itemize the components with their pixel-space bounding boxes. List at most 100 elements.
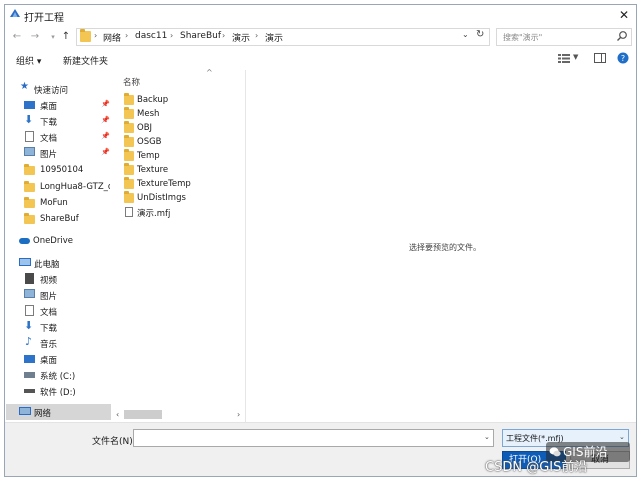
- list-item[interactable]: OSGB: [119, 135, 243, 149]
- sort-indicator-icon: ^: [206, 68, 213, 77]
- sidebar-item-label: 系统 (C:): [40, 372, 76, 382]
- scrollbar-thumb[interactable]: [124, 410, 162, 419]
- list-item[interactable]: Temp: [119, 149, 243, 163]
- search-icon[interactable]: [616, 30, 628, 42]
- list-item[interactable]: Texture: [119, 163, 243, 177]
- breadcrumb-demo-current[interactable]: 演示: [265, 31, 283, 44]
- preview-pane-icon[interactable]: [594, 53, 606, 63]
- folder-icon: [124, 107, 134, 119]
- sidebar-item-desktop-pc[interactable]: 桌面: [6, 351, 111, 367]
- sidebar-item-documents[interactable]: 文档 📌: [6, 129, 111, 145]
- help-icon[interactable]: ?: [617, 52, 629, 64]
- pin-icon[interactable]: 📌: [101, 148, 110, 156]
- sidebar-item-quick-access[interactable]: ★ 快速访问: [6, 81, 111, 97]
- filetype-dropdown-icon[interactable]: ⌄: [619, 433, 625, 441]
- folder-icon: [124, 121, 134, 133]
- filename-label: 文件名(N):: [92, 437, 136, 447]
- folder-icon: [124, 135, 134, 147]
- file-name: Texture: [137, 165, 169, 175]
- sidebar-item-videos[interactable]: 视频: [6, 271, 111, 287]
- watermark-caption: CSDN @GIS前沿: [485, 460, 588, 475]
- folder-icon: [24, 181, 35, 192]
- breadcrumb-network[interactable]: 网络: [103, 31, 121, 44]
- breadcrumb-demo[interactable]: 演示: [232, 31, 250, 44]
- list-item[interactable]: Mesh: [119, 107, 243, 121]
- pin-icon[interactable]: 📌: [101, 116, 110, 124]
- column-header-name[interactable]: 名称: [123, 76, 140, 88]
- drive-icon: [24, 372, 35, 378]
- folder-icon: [80, 29, 91, 42]
- sidebar-item-label: 下载: [40, 324, 58, 334]
- search-placeholder: 搜索"演示": [503, 33, 543, 42]
- network-icon: [19, 407, 31, 415]
- video-icon: [25, 273, 34, 284]
- sidebar-item-label: 文档: [40, 308, 58, 318]
- download-icon: ⬇: [24, 113, 34, 126]
- file-name: TextureTemp: [137, 179, 191, 189]
- sidebar-item-label: 软件 (D:): [40, 388, 76, 398]
- sidebar-item-pictures[interactable]: 图片 📌: [6, 145, 111, 161]
- sidebar-item-label: 图片: [40, 292, 58, 302]
- scroll-left-icon[interactable]: ‹: [116, 410, 119, 419]
- filename-dropdown-icon[interactable]: ⌄: [484, 433, 490, 441]
- sidebar-item-label: OneDrive: [33, 236, 73, 246]
- sidebar-item-documents-pc[interactable]: 文档: [6, 303, 111, 319]
- sidebar-item-label: 图片: [40, 150, 58, 160]
- forward-button[interactable]: →: [28, 30, 42, 44]
- picture-icon: [24, 289, 35, 298]
- file-name: UnDistImgs: [137, 193, 186, 203]
- pin-icon[interactable]: 📌: [101, 100, 110, 108]
- sidebar-item-mofun[interactable]: MoFun: [6, 195, 111, 211]
- sidebar-item-pictures-pc[interactable]: 图片: [6, 287, 111, 303]
- file-name: OBJ: [137, 123, 153, 133]
- sidebar-item-onedrive[interactable]: OneDrive: [6, 233, 111, 249]
- filename-input[interactable]: [133, 429, 494, 447]
- view-options-icon[interactable]: [558, 54, 570, 63]
- sidebar-item-label: 桌面: [40, 102, 58, 112]
- breadcrumb-separator: ›: [222, 31, 226, 40]
- up-button[interactable]: ↑: [59, 30, 73, 44]
- list-item[interactable]: UnDistImgs: [119, 191, 243, 205]
- close-button[interactable]: ✕: [615, 6, 633, 24]
- sidebar-item-label: 网络: [34, 409, 52, 419]
- sidebar-item-label: 文档: [40, 134, 58, 144]
- sidebar-item-label: LongHua8-GTZ_os: [40, 182, 110, 192]
- breadcrumb-sharebuf[interactable]: ShareBuf: [180, 31, 221, 41]
- preview-message: 选择要预览的文件。: [409, 243, 481, 252]
- sidebar-item-10950104[interactable]: 10950104: [6, 162, 111, 178]
- sidebar-item-network[interactable]: 网络: [6, 404, 111, 420]
- recent-locations-button[interactable]: ▾: [46, 30, 60, 44]
- sidebar-item-sharebuf[interactable]: ShareBuf: [6, 211, 111, 227]
- sidebar-item-downloads[interactable]: ⬇ 下载 📌: [6, 113, 111, 129]
- view-dropdown-icon[interactable]: ▼: [573, 53, 578, 61]
- document-icon: [25, 131, 34, 142]
- list-item[interactable]: TextureTemp: [119, 177, 243, 191]
- list-item[interactable]: 演示.mfj: [119, 205, 243, 219]
- sidebar-item-downloads-pc[interactable]: ⬇ 下载: [6, 319, 111, 335]
- address-dropdown-icon[interactable]: ⌄: [462, 30, 469, 39]
- window-title: 打开工程: [24, 13, 64, 24]
- cloud-icon: [19, 238, 30, 244]
- sidebar-item-label: 视频: [40, 276, 58, 286]
- breadcrumb-separator: ›: [94, 31, 98, 40]
- refresh-icon[interactable]: ↻: [476, 29, 484, 40]
- folder-icon: [24, 213, 35, 224]
- new-folder-button[interactable]: 新建文件夹: [63, 54, 108, 67]
- breadcrumb-separator: ›: [255, 31, 259, 40]
- breadcrumb-dasc11[interactable]: dasc11: [135, 31, 167, 41]
- scroll-right-icon[interactable]: ›: [237, 410, 240, 419]
- organize-button[interactable]: 组织 ▾: [16, 54, 41, 67]
- sidebar-item-this-pc[interactable]: 此电脑: [6, 255, 111, 271]
- music-icon: ♪: [25, 335, 33, 348]
- back-button[interactable]: ←: [10, 30, 24, 44]
- file-name: Temp: [137, 151, 160, 161]
- sidebar-item-drive-c[interactable]: 系统 (C:): [6, 367, 111, 383]
- sidebar-item-longhua8[interactable]: LongHua8-GTZ_os: [6, 179, 111, 195]
- sidebar-item-music[interactable]: ♪ 音乐: [6, 335, 111, 351]
- list-item[interactable]: Backup: [119, 93, 243, 107]
- list-item[interactable]: OBJ: [119, 121, 243, 135]
- sidebar-item-label: MoFun: [40, 198, 68, 208]
- sidebar-item-desktop[interactable]: 桌面 📌: [6, 97, 111, 113]
- sidebar-item-drive-d[interactable]: 软件 (D:): [6, 383, 111, 399]
- pin-icon[interactable]: 📌: [101, 132, 110, 140]
